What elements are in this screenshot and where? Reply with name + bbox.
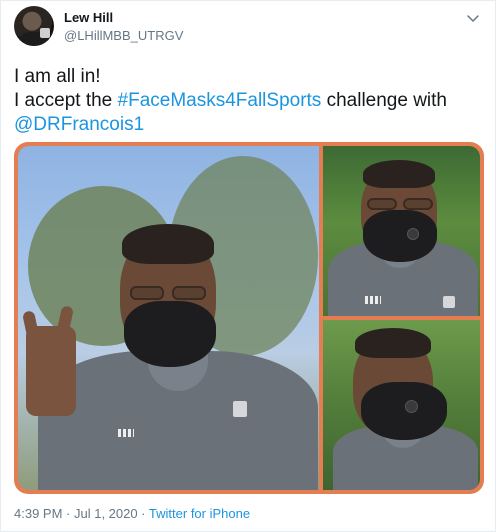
adidas-logo (365, 296, 381, 304)
mask-valve (405, 400, 418, 413)
glasses-right (403, 198, 433, 210)
tweet-time[interactable]: 4:39 PM (14, 506, 62, 521)
person-hair (122, 224, 214, 264)
face-mask (361, 382, 447, 440)
author-handle[interactable]: @LHillMBB_UTRGV (64, 28, 183, 43)
top-right-photo[interactable] (323, 146, 480, 316)
meta-separator: · (137, 506, 149, 521)
chevron-down-icon-glyph (467, 15, 479, 22)
shirt-logo (233, 401, 247, 417)
face-mask (124, 301, 216, 367)
tweet-line-2-suffix: challenge with (321, 90, 448, 111)
adidas-logo (118, 429, 134, 437)
face-mask (363, 210, 437, 262)
mask-valve (407, 228, 419, 240)
main-photo[interactable] (18, 146, 319, 490)
mention-link[interactable]: @DRFrancois1 (14, 113, 484, 137)
tweet-date[interactable]: Jul 1, 2020 (74, 506, 138, 521)
tweet-line-2-prefix: I accept the (14, 90, 118, 111)
shirt-logo (443, 296, 455, 308)
person-hair (355, 328, 431, 358)
glasses-left (367, 198, 397, 210)
meta-separator: · (62, 506, 74, 521)
chevron-down-icon[interactable] (465, 11, 481, 27)
tweet-text: I am all in! I accept the #FaceMasks4Fal… (14, 65, 484, 137)
tweet-card: Lew Hill @LHillMBB_UTRGV I am all in! I … (0, 0, 496, 532)
avatar-badge (40, 28, 50, 38)
glasses-right (172, 286, 206, 300)
author-name[interactable]: Lew Hill (64, 10, 113, 25)
hashtag-link[interactable]: #FaceMasks4FallSports (118, 90, 322, 111)
tweet-line-1: I am all in! (14, 66, 101, 87)
tweet-source-link[interactable]: Twitter for iPhone (149, 506, 250, 521)
glasses-left (130, 286, 164, 300)
tweet-meta: 4:39 PM · Jul 1, 2020 · Twitter for iPho… (14, 506, 250, 521)
media-grid (14, 142, 484, 494)
avatar[interactable] (14, 6, 54, 46)
tweet-line-2: I accept the #FaceMasks4FallSports chall… (14, 89, 484, 113)
person-hair (363, 160, 435, 188)
bottom-right-photo[interactable] (323, 320, 480, 490)
